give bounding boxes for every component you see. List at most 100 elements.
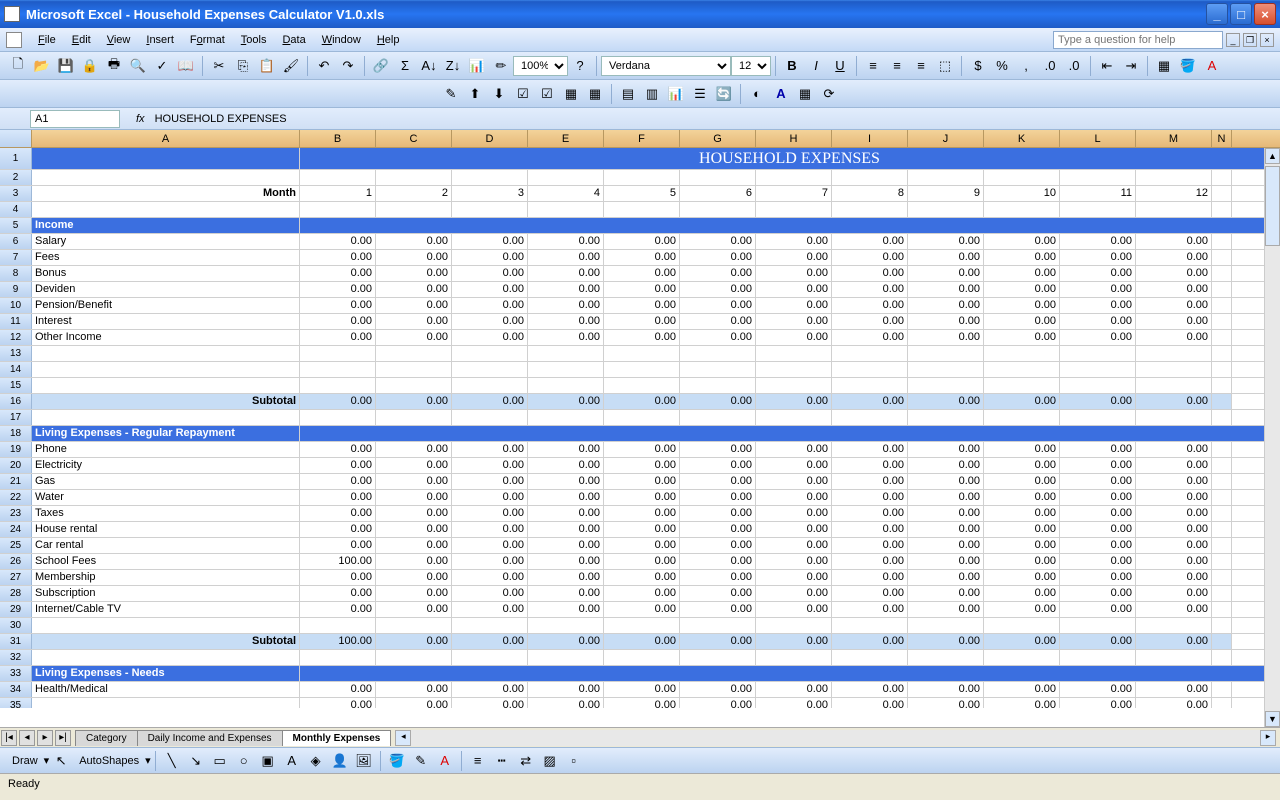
- cell-value[interactable]: 0.00: [1136, 522, 1212, 537]
- increase-decimal-icon[interactable]: .0: [1039, 55, 1061, 77]
- cell-value[interactable]: 0.00: [908, 282, 984, 297]
- row-24[interactable]: 24House rental0.000.000.000.000.000.000.…: [0, 522, 1280, 538]
- cell-value[interactable]: [1060, 202, 1136, 217]
- cell-value[interactable]: 0.00: [680, 538, 756, 553]
- scroll-down-icon[interactable]: ▼: [1265, 711, 1280, 727]
- cell-value[interactable]: 0.00: [452, 490, 528, 505]
- cell-value[interactable]: 0.00: [300, 570, 376, 585]
- cell-value[interactable]: 0.00: [604, 442, 680, 457]
- cell-value[interactable]: 0.00: [376, 586, 452, 601]
- cell-value[interactable]: 0.00: [756, 314, 832, 329]
- col-header-H[interactable]: H: [756, 130, 832, 147]
- cell-value[interactable]: 0.00: [984, 570, 1060, 585]
- tool-icon[interactable]: ▦: [584, 83, 606, 105]
- cell-value[interactable]: 1: [300, 186, 376, 201]
- cell-label[interactable]: [32, 170, 300, 185]
- cell-value[interactable]: [300, 362, 376, 377]
- cell-value[interactable]: 0.00: [1136, 234, 1212, 249]
- cell-value[interactable]: [452, 618, 528, 633]
- cell-value[interactable]: 0.00: [452, 282, 528, 297]
- row-17[interactable]: 17: [0, 410, 1280, 426]
- cell-value[interactable]: 0.00: [908, 266, 984, 281]
- cell-value[interactable]: 0.00: [604, 266, 680, 281]
- cell-label[interactable]: Interest: [32, 314, 300, 329]
- cell-value[interactable]: 0.00: [1060, 538, 1136, 553]
- cell-label[interactable]: Month: [32, 186, 300, 201]
- cell-value[interactable]: 0.00: [1136, 282, 1212, 297]
- cell-value[interactable]: 4: [528, 186, 604, 201]
- cell-value[interactable]: 0.00: [984, 266, 1060, 281]
- cell-value[interactable]: 0.00: [680, 634, 756, 649]
- row-header[interactable]: 6: [0, 234, 32, 249]
- cell-value[interactable]: 0.00: [756, 602, 832, 617]
- tab-next-icon[interactable]: ▸: [37, 730, 53, 746]
- format-painter-icon[interactable]: 🖌: [280, 55, 302, 77]
- cell-value[interactable]: 0.00: [1136, 314, 1212, 329]
- cell-value[interactable]: [528, 362, 604, 377]
- row-header[interactable]: 27: [0, 570, 32, 585]
- cell-value[interactable]: 0.00: [680, 314, 756, 329]
- align-right-icon[interactable]: ≡: [910, 55, 932, 77]
- menu-data[interactable]: Data: [274, 31, 313, 49]
- tool-icon[interactable]: ⟳: [818, 83, 840, 105]
- cell-value[interactable]: 0.00: [452, 586, 528, 601]
- cell-value[interactable]: 0.00: [908, 698, 984, 708]
- tool-icon[interactable]: A: [770, 83, 792, 105]
- cell-value[interactable]: 0.00: [376, 458, 452, 473]
- cell-value[interactable]: 0.00: [452, 698, 528, 708]
- cell-value[interactable]: 0.00: [1060, 474, 1136, 489]
- cell-value[interactable]: 0.00: [908, 474, 984, 489]
- cell-label[interactable]: Subtotal: [32, 394, 300, 409]
- tool-icon[interactable]: ◐: [746, 83, 768, 105]
- cell-value[interactable]: [756, 650, 832, 665]
- cell-value[interactable]: [1136, 170, 1212, 185]
- cell-value[interactable]: 0.00: [832, 682, 908, 697]
- cell-value[interactable]: [1060, 346, 1136, 361]
- cell-value[interactable]: [680, 650, 756, 665]
- cell-value[interactable]: 0.00: [376, 554, 452, 569]
- cell-value[interactable]: 0.00: [756, 538, 832, 553]
- menu-help[interactable]: Help: [369, 31, 408, 49]
- row-header[interactable]: 11: [0, 314, 32, 329]
- percent-icon[interactable]: %: [991, 55, 1013, 77]
- cell-value[interactable]: 0.00: [452, 266, 528, 281]
- cell-value[interactable]: 0.00: [756, 474, 832, 489]
- zoom-select[interactable]: 100%: [513, 56, 568, 76]
- cell-value[interactable]: [452, 346, 528, 361]
- scroll-left-icon[interactable]: ◂: [395, 730, 411, 746]
- cell-value[interactable]: [832, 202, 908, 217]
- cell-value[interactable]: 0.00: [604, 586, 680, 601]
- close-button[interactable]: ×: [1254, 3, 1276, 25]
- cell-value[interactable]: [984, 650, 1060, 665]
- cell-value[interactable]: [680, 170, 756, 185]
- cell-value[interactable]: 0.00: [832, 634, 908, 649]
- print-icon[interactable]: 🖶: [103, 55, 125, 77]
- cell-label[interactable]: Phone: [32, 442, 300, 457]
- row-31[interactable]: 31Subtotal100.000.000.000.000.000.000.00…: [0, 634, 1280, 650]
- cell-label[interactable]: [32, 346, 300, 361]
- cell-value[interactable]: [908, 410, 984, 425]
- row-6[interactable]: 6Salary0.000.000.000.000.000.000.000.000…: [0, 234, 1280, 250]
- cell-value[interactable]: [832, 346, 908, 361]
- cell-value[interactable]: [756, 410, 832, 425]
- cell-value[interactable]: 0.00: [984, 586, 1060, 601]
- col-header-K[interactable]: K: [984, 130, 1060, 147]
- cell-value[interactable]: 9: [908, 186, 984, 201]
- row-header[interactable]: 34: [0, 682, 32, 697]
- col-header-J[interactable]: J: [908, 130, 984, 147]
- cell-value[interactable]: 0.00: [528, 250, 604, 265]
- cell-value[interactable]: 0.00: [832, 442, 908, 457]
- cell-label[interactable]: [32, 618, 300, 633]
- cell-value[interactable]: 5: [604, 186, 680, 201]
- cell-value[interactable]: 0.00: [832, 250, 908, 265]
- cell-label[interactable]: Internet/Cable TV: [32, 602, 300, 617]
- row-header[interactable]: 14: [0, 362, 32, 377]
- row-header[interactable]: 8: [0, 266, 32, 281]
- scroll-right-icon[interactable]: ▸: [1260, 730, 1276, 746]
- cell-value[interactable]: 0.00: [528, 282, 604, 297]
- cell-value[interactable]: 0.00: [528, 570, 604, 585]
- row-header[interactable]: 24: [0, 522, 32, 537]
- cell-value[interactable]: [832, 618, 908, 633]
- new-icon[interactable]: 🗋: [7, 55, 29, 77]
- cell-value[interactable]: 0.00: [1060, 586, 1136, 601]
